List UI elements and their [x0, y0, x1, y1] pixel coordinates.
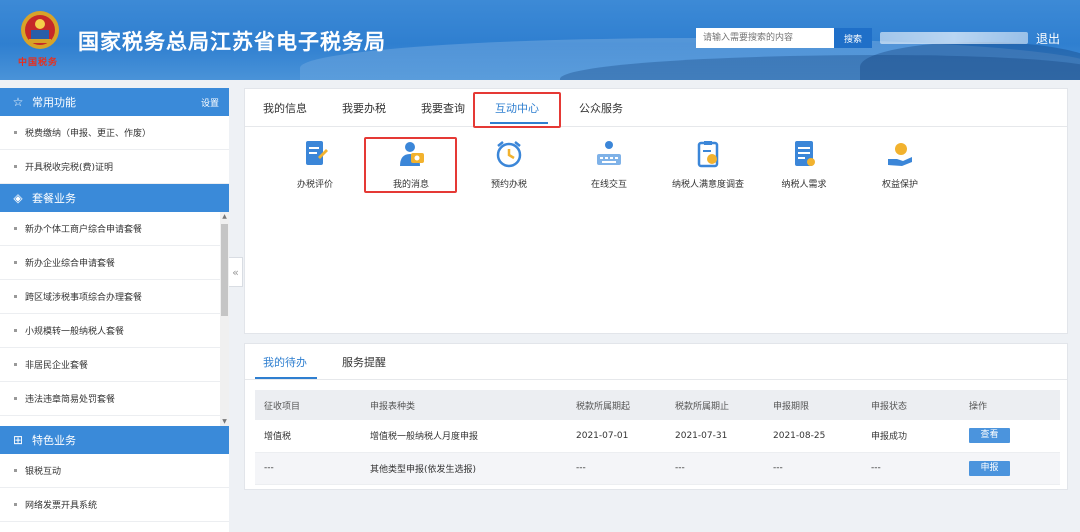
- service-online-interaction[interactable]: 在线交互: [564, 137, 654, 193]
- service-panel: 我的信息 我要办税 我要查询 互动中心 公众服务 办税评价 我的消息 预约办税 …: [244, 88, 1068, 334]
- sidebar-item-package[interactable]: 跨区域涉税事项综合办理套餐: [0, 280, 229, 314]
- service-satisfaction-survey[interactable]: 纳税人满意度调查: [663, 137, 753, 193]
- keyboard-chat-icon: [597, 141, 621, 165]
- table-header-row: 征收项目 申报表种类 税款所属期起 税款所属期止 申报期限 申报状态 操作: [255, 390, 1060, 420]
- clipboard-survey-icon: [697, 141, 719, 168]
- col-header: 征收项目: [255, 390, 361, 420]
- service-tax-evaluation[interactable]: 办税评价: [270, 137, 360, 193]
- package-list[interactable]: 新办个体工商户综合申请套餐 新办企业综合申请套餐 跨区域涉税事项综合办理套餐 小…: [0, 212, 229, 426]
- highlight-box-my-messages: [364, 137, 457, 193]
- todo-table: 征收项目 申报表种类 税款所属期起 税款所属期止 申报期限 申报状态 操作 增值…: [255, 390, 1060, 485]
- emblem-caption: 中国税务: [18, 58, 59, 68]
- document-list-icon: [795, 141, 815, 166]
- highlight-box-tab: [473, 92, 561, 128]
- logout-link[interactable]: 退出: [1036, 30, 1060, 47]
- todo-panel: 我的待办 服务提醒 征收项目 申报表种类 税款所属期起 税款所属期止 申报期限 …: [244, 343, 1068, 490]
- service-appointment[interactable]: 预约办税: [464, 137, 554, 193]
- layers-icon: ◈: [13, 191, 23, 205]
- sidebar-head-common[interactable]: ☆ 常用功能 设置: [0, 88, 229, 116]
- declare-button[interactable]: 申报: [969, 460, 1010, 476]
- col-header: 操作: [960, 390, 1060, 420]
- sidebar: ☆ 常用功能 设置 税费缴纳（申报、更正、作废） 开具税收完税(费)证明 ◈ 套…: [0, 88, 229, 532]
- main-tabs: 我的信息 我要办税 我要查询 互动中心 公众服务: [245, 89, 1067, 128]
- sidebar-item-tax-certificate[interactable]: 开具税收完税(费)证明: [0, 150, 229, 184]
- active-tab-underline: [255, 377, 317, 379]
- view-button[interactable]: 查看: [969, 428, 1010, 444]
- sidebar-item-e-invoice[interactable]: 网络发票开具系统: [0, 488, 229, 522]
- col-header: 申报表种类: [361, 390, 567, 420]
- scroll-up-icon[interactable]: ▲: [221, 213, 228, 220]
- header-banner: 中国税务 国家税务总局江苏省电子税务局 搜索 退出: [0, 0, 1080, 80]
- tab-my-info[interactable]: 我的信息: [263, 100, 307, 116]
- sidebar-item-tax-payment[interactable]: 税费缴纳（申报、更正、作废）: [0, 116, 229, 150]
- table-row: --- 其他类型申报(依发生选报) --- --- --- --- 申报: [255, 452, 1060, 485]
- tab-query[interactable]: 我要查询: [421, 100, 465, 116]
- service-rights-protection[interactable]: 权益保护: [855, 137, 945, 193]
- col-header: 申报状态: [862, 390, 960, 420]
- grid-icon: ⊞: [12, 433, 24, 447]
- sidebar-item-bank-tax[interactable]: 银税互动: [0, 454, 229, 488]
- col-header: 税款所属期止: [666, 390, 764, 420]
- sidebar-item-package[interactable]: 小规模转一般纳税人套餐: [0, 314, 229, 348]
- sidebar-head-package[interactable]: ◈ 套餐业务: [0, 184, 229, 212]
- tab-my-todo[interactable]: 我的待办: [263, 354, 307, 370]
- hand-coin-icon: [888, 143, 912, 166]
- scrollbar-thumb[interactable]: [221, 224, 228, 316]
- double-chevron-left-icon: «: [232, 265, 239, 279]
- tax-emblem-icon: [21, 11, 59, 49]
- search-input[interactable]: [696, 28, 834, 48]
- tab-do-tax[interactable]: 我要办税: [342, 100, 386, 116]
- todo-tabs: 我的待办 服务提醒: [245, 344, 1067, 380]
- settings-link[interactable]: 设置: [201, 96, 219, 109]
- scroll-down-icon[interactable]: ▼: [221, 418, 228, 425]
- sidebar-scrollbar[interactable]: ▲ ▼: [220, 212, 229, 426]
- alarm-clock-icon: [496, 141, 522, 168]
- sidebar-item-package[interactable]: 新办企业综合申请套餐: [0, 246, 229, 280]
- search-button[interactable]: 搜索: [834, 28, 872, 48]
- col-header: 申报期限: [764, 390, 862, 420]
- tab-service-reminder[interactable]: 服务提醒: [342, 354, 386, 370]
- sidebar-item-package[interactable]: 新办个体工商户综合申请套餐: [0, 212, 229, 246]
- col-header: 税款所属期起: [567, 390, 666, 420]
- sidebar-collapse-button[interactable]: «: [229, 257, 243, 287]
- document-pen-icon: [306, 141, 328, 165]
- table-row: 增值税 增值税一般纳税人月度申报 2021-07-01 2021-07-31 2…: [255, 420, 1060, 453]
- sidebar-item-package[interactable]: 违法违章简易处罚套餐: [0, 382, 229, 416]
- tab-public-service[interactable]: 公众服务: [579, 100, 623, 116]
- site-title: 国家税务总局江苏省电子税务局: [78, 30, 386, 54]
- sidebar-head-special[interactable]: ⊞ 特色业务: [0, 426, 229, 454]
- star-icon: ☆: [12, 95, 24, 109]
- user-name-blurred: [880, 32, 1028, 44]
- service-taxpayer-needs[interactable]: 纳税人需求: [759, 137, 849, 193]
- sidebar-item-package[interactable]: 非居民企业套餐: [0, 348, 229, 382]
